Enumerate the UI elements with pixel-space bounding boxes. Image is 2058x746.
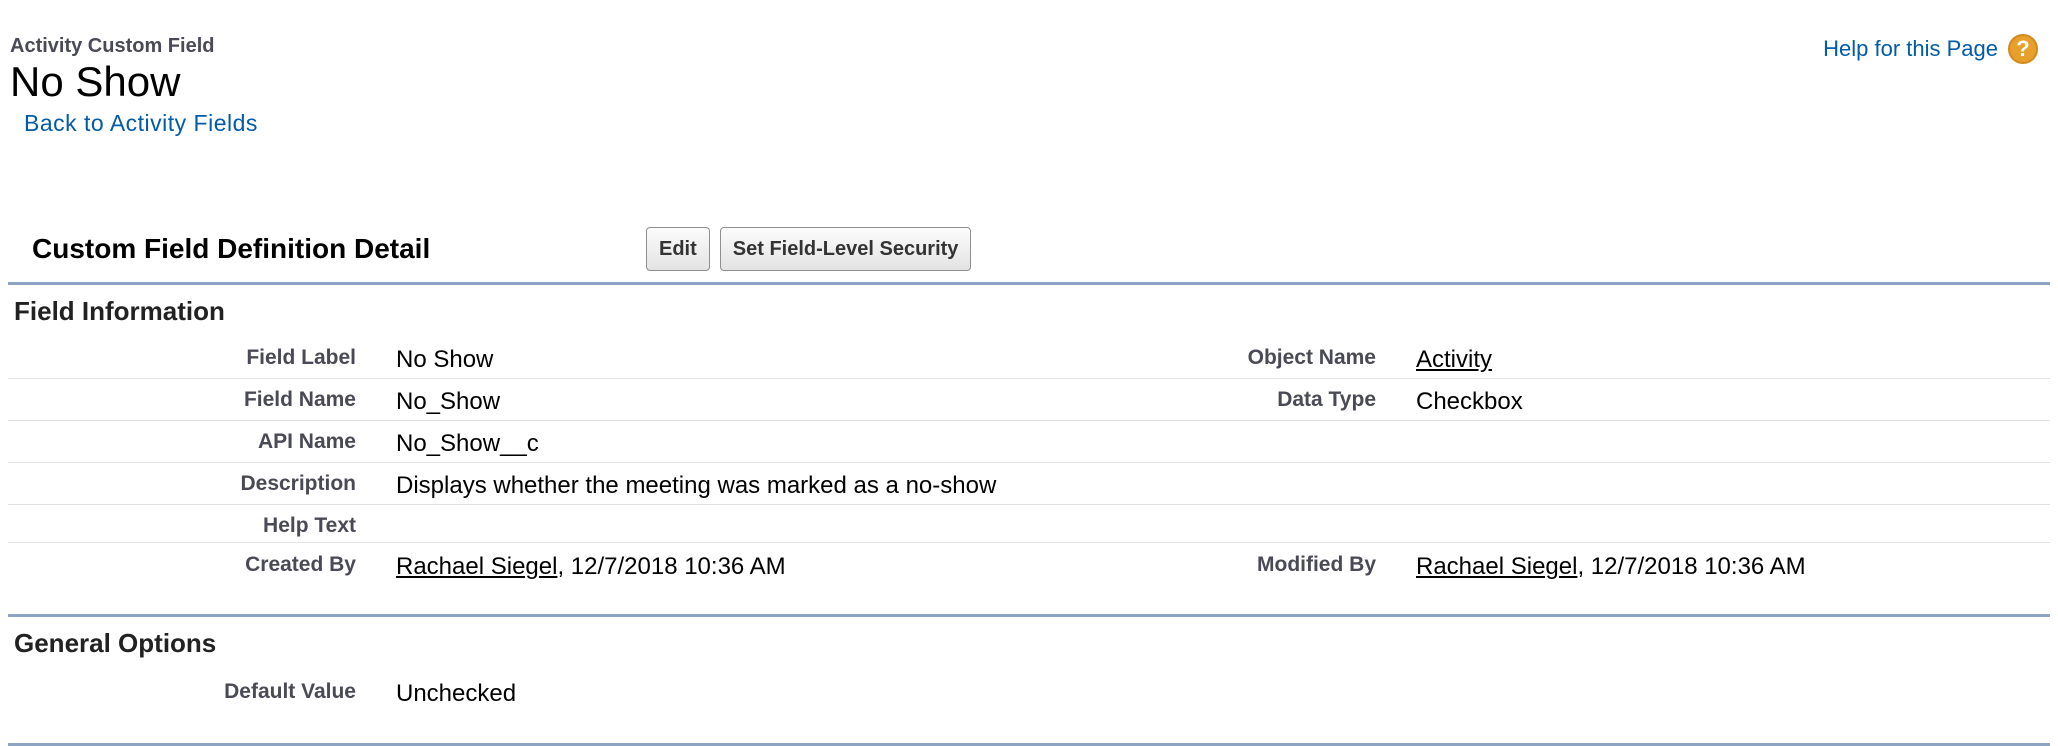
field-name-label: Field Name	[243, 388, 356, 411]
description-value: Displays whether the meeting was marked …	[396, 472, 997, 499]
object-type-label: Activity Custom Field	[10, 35, 215, 57]
detail-section-title: Custom Field Definition Detail	[32, 233, 431, 264]
general-options-title: General Options	[14, 628, 217, 658]
back-to-activity-fields-link[interactable]: Back to Activity Fields	[24, 110, 258, 137]
modified-by-label: Modified By	[1257, 553, 1376, 576]
detail-row-field-label: Field Label No Show Object Name Activity	[8, 336, 2050, 379]
object-name-link[interactable]: Activity	[1416, 346, 1492, 373]
default-value-value: Unchecked	[396, 680, 517, 707]
help-icon[interactable]: ?	[2008, 34, 2038, 64]
page-title: No Show	[10, 58, 181, 105]
data-type-value: Checkbox	[1416, 388, 1523, 415]
help-for-this-page-link[interactable]: Help for this Page ?	[1823, 34, 2038, 64]
created-by-label: Created By	[245, 553, 356, 576]
created-by-value: Rachael Siegel, 12/7/2018 10:36 AM	[396, 553, 786, 581]
detail-row-description: Description Displays whether the meeting…	[8, 462, 2050, 505]
field-label-value: No Show	[396, 346, 494, 373]
object-name-label: Object Name	[1247, 346, 1376, 369]
api-name-label: API Name	[257, 430, 356, 453]
detail-header: Custom Field Definition Detail Edit Set …	[32, 226, 981, 272]
object-name-value: Activity	[1416, 346, 1492, 374]
data-type-label: Data Type	[1277, 388, 1376, 411]
detail-row-default-value: Default Value Unchecked	[8, 670, 2050, 712]
help-text-label: Help Text	[263, 514, 356, 537]
description-label: Description	[240, 472, 356, 495]
field-information-title: Field Information	[14, 296, 225, 326]
modified-by-date: , 12/7/2018 10:36 AM	[1577, 553, 1806, 580]
help-link-label[interactable]: Help for this Page	[1823, 36, 1998, 62]
set-field-level-security-button[interactable]: Set Field-Level Security	[719, 227, 972, 271]
modified-by-user-link[interactable]: Rachael Siegel	[1416, 553, 1577, 580]
detail-row-field-name: Field Name No_Show Data Type Checkbox	[8, 378, 2050, 421]
default-value-label: Default Value	[224, 680, 356, 703]
api-name-value: No_Show__c	[396, 430, 539, 457]
field-name-value: No_Show	[396, 388, 501, 415]
field-label-label: Field Label	[246, 346, 356, 369]
detail-row-help-text: Help Text	[8, 504, 2050, 543]
edit-button[interactable]: Edit	[646, 227, 710, 271]
detail-row-created-by: Created By Rachael Siegel, 12/7/2018 10:…	[8, 543, 2050, 585]
detail-row-api-name: API Name No_Show__c	[8, 420, 2050, 463]
modified-by-value: Rachael Siegel, 12/7/2018 10:36 AM	[1416, 553, 1806, 581]
created-by-date: , 12/7/2018 10:36 AM	[557, 553, 786, 580]
created-by-user-link[interactable]: Rachael Siegel	[396, 553, 557, 580]
section-divider	[8, 614, 2050, 617]
section-divider	[8, 282, 2050, 285]
page-header: Activity Custom Field No Show	[10, 34, 214, 106]
